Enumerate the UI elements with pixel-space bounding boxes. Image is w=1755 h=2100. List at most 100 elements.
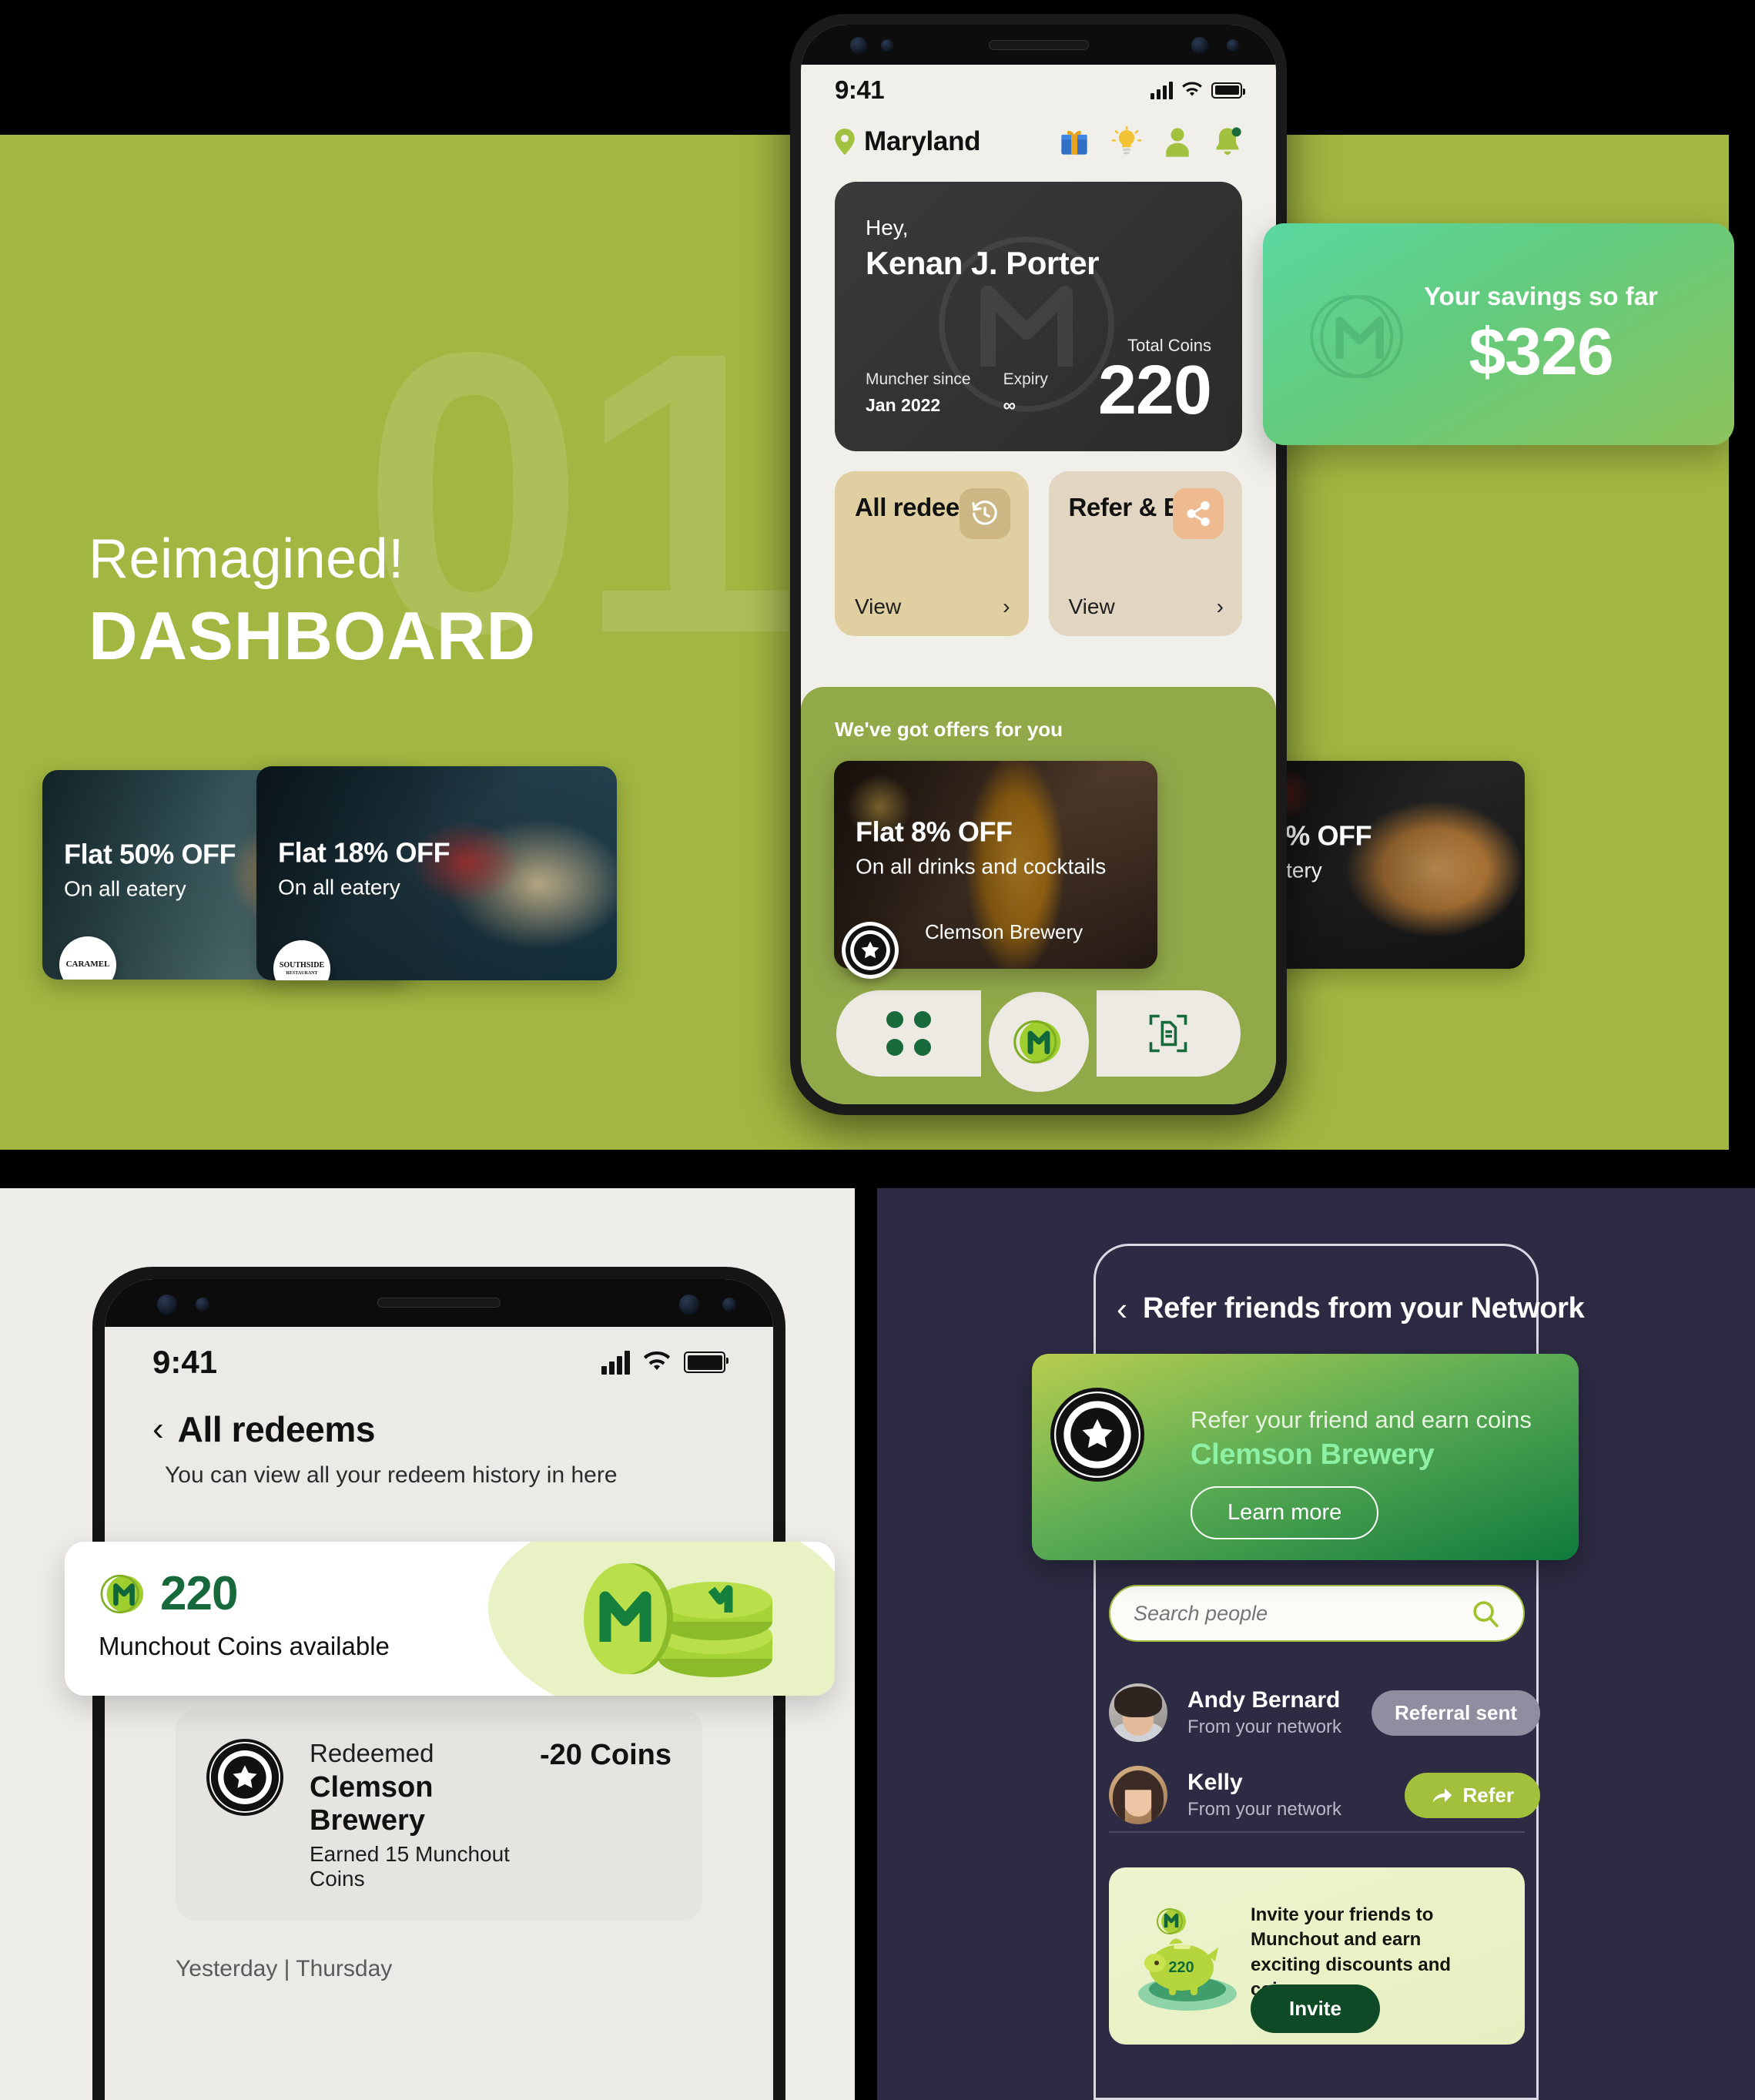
wifi-icon-2 <box>643 1351 671 1371</box>
bottom-tabbar <box>836 990 1241 1092</box>
avatar <box>1109 1683 1167 1742</box>
sensor-icon <box>881 39 893 52</box>
person-info: Andy Bernard From your network <box>1187 1687 1341 1738</box>
refer-merchant-name: Clemson Brewery <box>1191 1439 1435 1471</box>
camera-icon-b2 <box>679 1294 699 1315</box>
signal-icon <box>1150 81 1173 99</box>
piggy-bank-icon: 220 <box>1138 1908 1237 2011</box>
status-time: 9:41 <box>835 75 885 104</box>
total-coins-value: 220 <box>1097 352 1212 429</box>
invite-friends-card: 220 Invite your friends to Munchout and … <box>1109 1867 1525 2045</box>
location-header: Maryland <box>801 108 1276 157</box>
search-people-box[interactable] <box>1109 1585 1525 1642</box>
battery-icon <box>1211 82 1245 99</box>
muncher-since-value: Jan 2022 <box>866 395 941 415</box>
search-icon[interactable] <box>1471 1599 1500 1628</box>
chevron-right-icon-2: › <box>1216 594 1224 618</box>
gift-icon[interactable] <box>1059 126 1090 157</box>
poster-canvas: 01 Reimagined! DASHBOARD 9:41 Maryland H… <box>0 0 1755 2100</box>
front-camera-icon-b <box>157 1294 177 1315</box>
expiry-value: ∞ <box>1003 395 1016 415</box>
clemson-brewery-logo-icon-2 <box>206 1739 283 1816</box>
clemson-brewery-logo-icon <box>846 926 895 975</box>
offer-card-1[interactable]: Flat 18% OFF On all eatery SOUTHSIDE RES… <box>256 766 617 980</box>
user-coin-card: Hey, Kenan J. Porter Muncher since Jan 2… <box>835 182 1242 451</box>
phone2-notch <box>105 1279 773 1327</box>
earpiece-speaker <box>988 40 1089 50</box>
camera-icon-2 <box>1191 37 1208 54</box>
search-input[interactable] <box>1134 1601 1471 1626</box>
bell-icon[interactable] <box>1213 126 1242 157</box>
piggy-amount: 220 <box>1168 1959 1194 1976</box>
offers-heading: We've got offers for you <box>835 718 1063 741</box>
offer-title-2: Flat 8% OFF <box>856 816 1013 848</box>
avatar-hair <box>1114 1686 1162 1717</box>
all-redeems-view-label: View <box>855 594 902 618</box>
savings-label: Your savings so far <box>1424 282 1658 310</box>
muncher-since-label: Muncher since <box>866 370 971 388</box>
scan-document-icon <box>1149 1014 1187 1053</box>
refer-earn-card[interactable]: Refer & Earn View › <box>1048 471 1242 636</box>
chevron-left-icon[interactable]: ‹ <box>152 1412 164 1446</box>
offer-text-2: Flat 8% OFF On all drinks and cocktails <box>856 816 1106 879</box>
redeems-header: ‹ All redeems <box>105 1381 773 1450</box>
chevron-left-icon-2[interactable]: ‹ <box>1117 1292 1127 1325</box>
history-icon <box>959 488 1010 539</box>
muncher-since-block: Muncher since Jan 2022 <box>866 370 971 416</box>
refer-header: ‹ Refer friends from your Network <box>1117 1292 1585 1325</box>
coin-stack-icon <box>584 1563 772 1677</box>
invite-button[interactable]: Invite <box>1251 1984 1380 2033</box>
signal-icon-2 <box>601 1350 630 1375</box>
user-icon[interactable] <box>1164 126 1191 157</box>
offer-brand-badge-2 <box>842 922 899 979</box>
sensor-icon-b2 <box>722 1298 736 1311</box>
offer-subtitle-0: On all eatery <box>64 876 186 901</box>
refer-earn-footer[interactable]: View › <box>1069 594 1224 619</box>
redeem-amount: -20 Coins <box>539 1739 672 1771</box>
coins-amount-row: 220 <box>99 1566 390 1621</box>
munchout-coin-fab[interactable] <box>988 992 1089 1092</box>
hero-subtitle: Reimagined! <box>89 528 404 590</box>
refer-button[interactable]: Refer <box>1404 1772 1540 1818</box>
offer-subtitle-1: On all eatery <box>278 875 400 899</box>
redeems-description: You can view all your redeem history in … <box>165 1462 618 1488</box>
coin-stack-illustration <box>558 1556 789 1686</box>
phone-notch <box>801 25 1276 65</box>
offer-brand-caption-1: RESTAURANT <box>286 971 318 976</box>
person-name-2: Kelly <box>1187 1770 1243 1795</box>
coins-amount: 220 <box>160 1567 238 1620</box>
total-coins-block: Total Coins 220 <box>1097 336 1212 429</box>
refer-title: Refer friends from your Network <box>1143 1292 1585 1325</box>
avatar-2 <box>1109 1766 1167 1824</box>
sensor-icon-2 <box>1227 39 1239 52</box>
bulb-icon[interactable] <box>1111 126 1142 157</box>
learn-more-button[interactable]: Learn more <box>1191 1486 1379 1539</box>
brewery-seal-icon <box>210 1743 280 1812</box>
location-label[interactable]: Maryland <box>864 126 981 157</box>
tab-scan[interactable] <box>1096 990 1241 1077</box>
offer-text-1: Flat 18% OFF On all eatery <box>278 836 450 899</box>
tab-home[interactable] <box>836 990 981 1077</box>
refer-button-label: Refer <box>1462 1783 1514 1807</box>
savings-value: $326 <box>1469 315 1613 389</box>
refer-merchant-banner: Refer your friend and earn coins Clemson… <box>1032 1354 1579 1560</box>
status-icons-2 <box>601 1350 728 1375</box>
redeem-merchant: Clemson Brewery <box>310 1771 434 1837</box>
table-row[interactable]: Redeemed Clemson Brewery Earned 15 Munch… <box>176 1710 702 1921</box>
list-item[interactable]: Andy Bernard From your network Referral … <box>1109 1677 1540 1748</box>
list-item-2[interactable]: Kelly From your network Refer <box>1109 1760 1540 1830</box>
person-info-2: Kelly From your network <box>1187 1770 1341 1820</box>
all-redeems-card[interactable]: All redeems View › <box>835 471 1029 636</box>
redeem-status: Redeemed <box>310 1739 434 1767</box>
list-divider <box>1109 1831 1525 1833</box>
person-subtitle: From your network <box>1187 1717 1342 1737</box>
refer-earn-view-label: View <box>1068 594 1115 618</box>
redeems-title: All redeems <box>177 1409 376 1449</box>
all-redeems-footer[interactable]: View › <box>855 594 1010 619</box>
person-subtitle-2: From your network <box>1187 1799 1342 1820</box>
refer-tagline: Refer your friend and earn coins <box>1191 1406 1532 1433</box>
status-icons <box>1150 81 1245 99</box>
savings-card: Your savings so far $326 <box>1263 223 1734 445</box>
redeem-details: Redeemed Clemson Brewery Earned 15 Munch… <box>310 1739 514 1891</box>
offer-brand-caption-2: Clemson Brewery <box>925 920 1083 943</box>
